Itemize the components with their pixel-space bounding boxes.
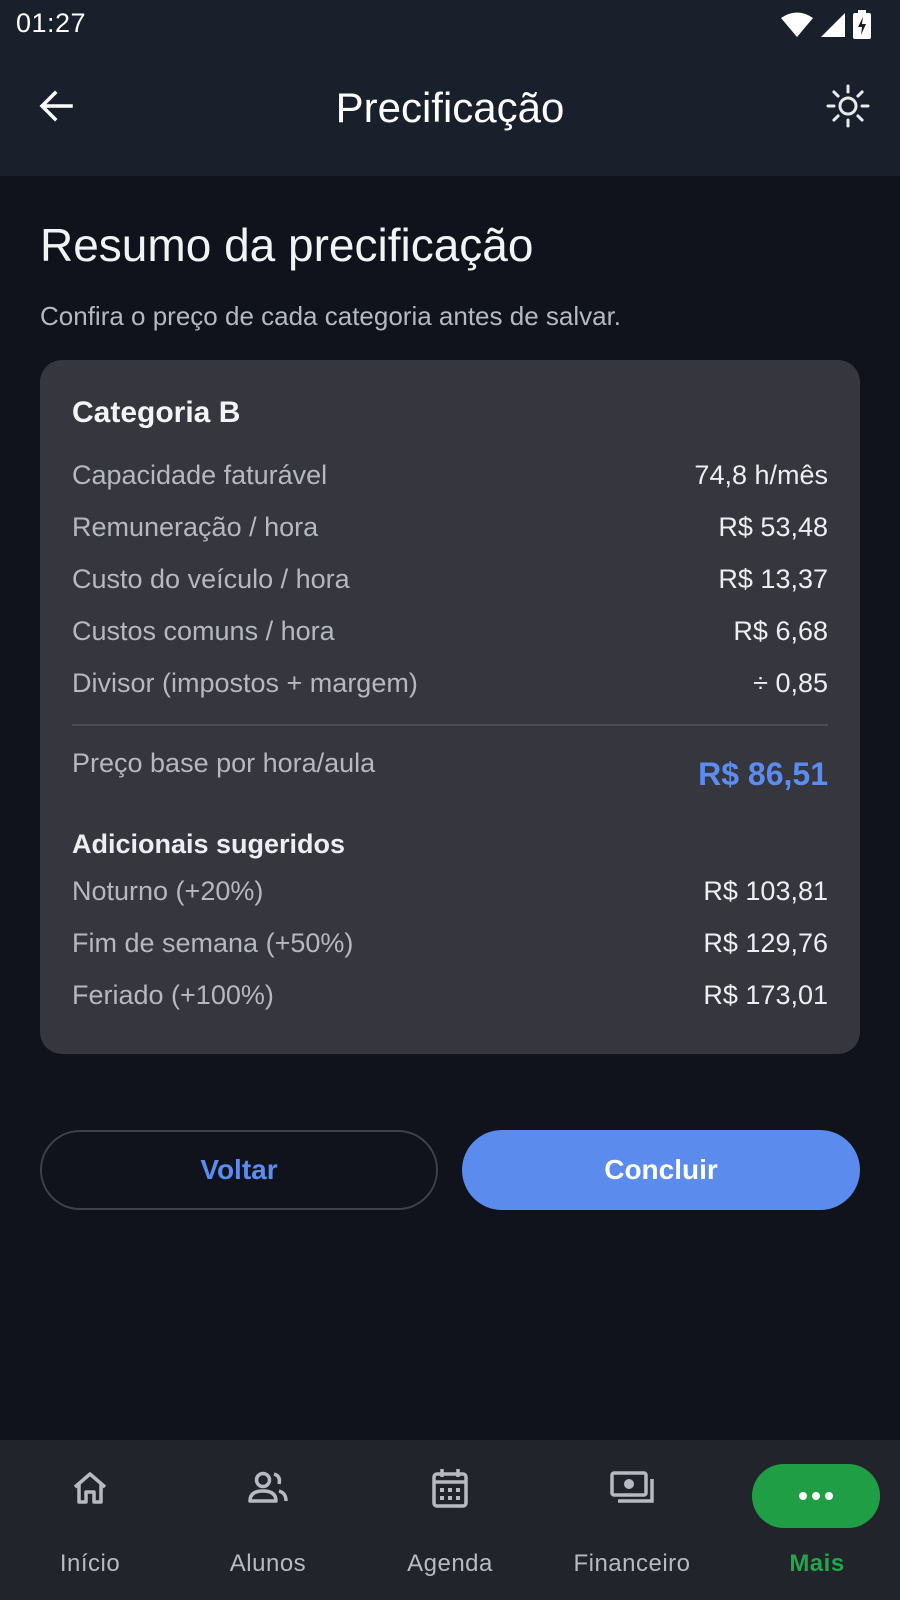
concluir-button[interactable]: Concluir (462, 1130, 860, 1210)
additional-row: Noturno (+20%) R$ 103,81 (72, 866, 828, 918)
active-indicator (752, 1464, 880, 1528)
row-value: R$ 13,37 (718, 564, 828, 595)
additional-label: Fim de semana (+50%) (72, 928, 354, 959)
theme-toggle-button[interactable] (824, 82, 872, 130)
status-time: 01:27 (16, 8, 87, 38)
app-bar: Precificação (0, 48, 900, 176)
wifi-icon (780, 12, 814, 43)
additional-value: R$ 103,81 (703, 876, 828, 907)
category-title: Categoria B (72, 395, 241, 429)
people-icon (236, 1464, 300, 1512)
divider (72, 723, 828, 726)
row-label: Capacidade faturável (72, 460, 328, 491)
additional-row: Feriado (+100%) R$ 173,01 (72, 970, 828, 1022)
nav-item-inicio[interactable]: Início (0, 1440, 180, 1600)
nav-label: Início (59, 1550, 121, 1577)
status-icons (780, 10, 872, 45)
row-label: Remuneração / hora (72, 512, 319, 543)
nav-label: Agenda (407, 1550, 493, 1577)
row-label: Divisor (impostos + margem) (72, 668, 418, 699)
additionals-title: Adicionais sugeridos (72, 828, 346, 859)
additional-value: R$ 173,01 (703, 980, 828, 1011)
calendar-icon (418, 1464, 482, 1512)
section-subtitle: Confira o preço de cada categoria antes … (40, 300, 622, 331)
nav-item-agenda[interactable]: Agenda (360, 1440, 540, 1600)
nav-item-financeiro[interactable]: Financeiro (542, 1440, 722, 1600)
row-value: R$ 53,48 (718, 512, 828, 543)
nav-label: Mais (789, 1550, 845, 1577)
summary-row: Custo do veículo / hora R$ 13,37 (72, 554, 828, 606)
nav-item-alunos[interactable]: Alunos (178, 1440, 358, 1600)
signal-icon (820, 12, 846, 43)
money-icon (600, 1464, 664, 1512)
page-title: Precificação (335, 84, 565, 131)
sun-icon (826, 84, 870, 128)
voltar-button[interactable]: Voltar (40, 1130, 438, 1210)
nav-label: Financeiro (573, 1550, 691, 1577)
action-buttons: Voltar Concluir (40, 1130, 860, 1210)
row-label: Custo do veículo / hora (72, 564, 350, 595)
summary-row: Divisor (impostos + margem) ÷ 0,85 (72, 658, 828, 710)
row-value: ÷ 0,85 (753, 668, 828, 699)
additional-label: Feriado (+100%) (72, 980, 274, 1011)
summary-row: Remuneração / hora R$ 53,48 (72, 502, 828, 554)
status-bar: 01:27 (0, 0, 900, 48)
row-label: Custos comuns / hora (72, 616, 335, 647)
home-icon (58, 1464, 122, 1512)
nav-label: Alunos (229, 1550, 307, 1577)
summary-row: Custos comuns / hora R$ 6,68 (72, 606, 828, 658)
row-value: R$ 6,68 (733, 616, 828, 647)
pricing-summary-card: Categoria B Capacidade faturável 74,8 h/… (40, 359, 860, 1054)
summary-row: Capacidade faturável 74,8 h/mês (72, 450, 828, 502)
additional-row: Fim de semana (+50%) R$ 129,76 (72, 918, 828, 970)
bottom-navigation: Início Alunos Agenda Financeiro Mais (0, 1440, 900, 1600)
additional-value: R$ 129,76 (703, 928, 828, 959)
base-price-row: Preço base por hora/aula R$ 86,51 (72, 748, 828, 793)
row-value: 74,8 h/mês (694, 460, 828, 491)
base-price-value: R$ 86,51 (698, 755, 828, 792)
main-content: Resumo da precificação Confira o preço d… (40, 176, 860, 1054)
screen: 01:27 Precificação Resumo da precificaçã… (0, 0, 900, 1600)
section-heading: Resumo da precificação (40, 219, 534, 271)
base-price-label: Preço base por hora/aula (72, 747, 376, 778)
nav-item-mais[interactable]: Mais (742, 1440, 900, 1600)
additional-label: Noturno (+20%) (72, 876, 264, 907)
more-icon (799, 1492, 833, 1500)
battery-icon (852, 10, 872, 45)
